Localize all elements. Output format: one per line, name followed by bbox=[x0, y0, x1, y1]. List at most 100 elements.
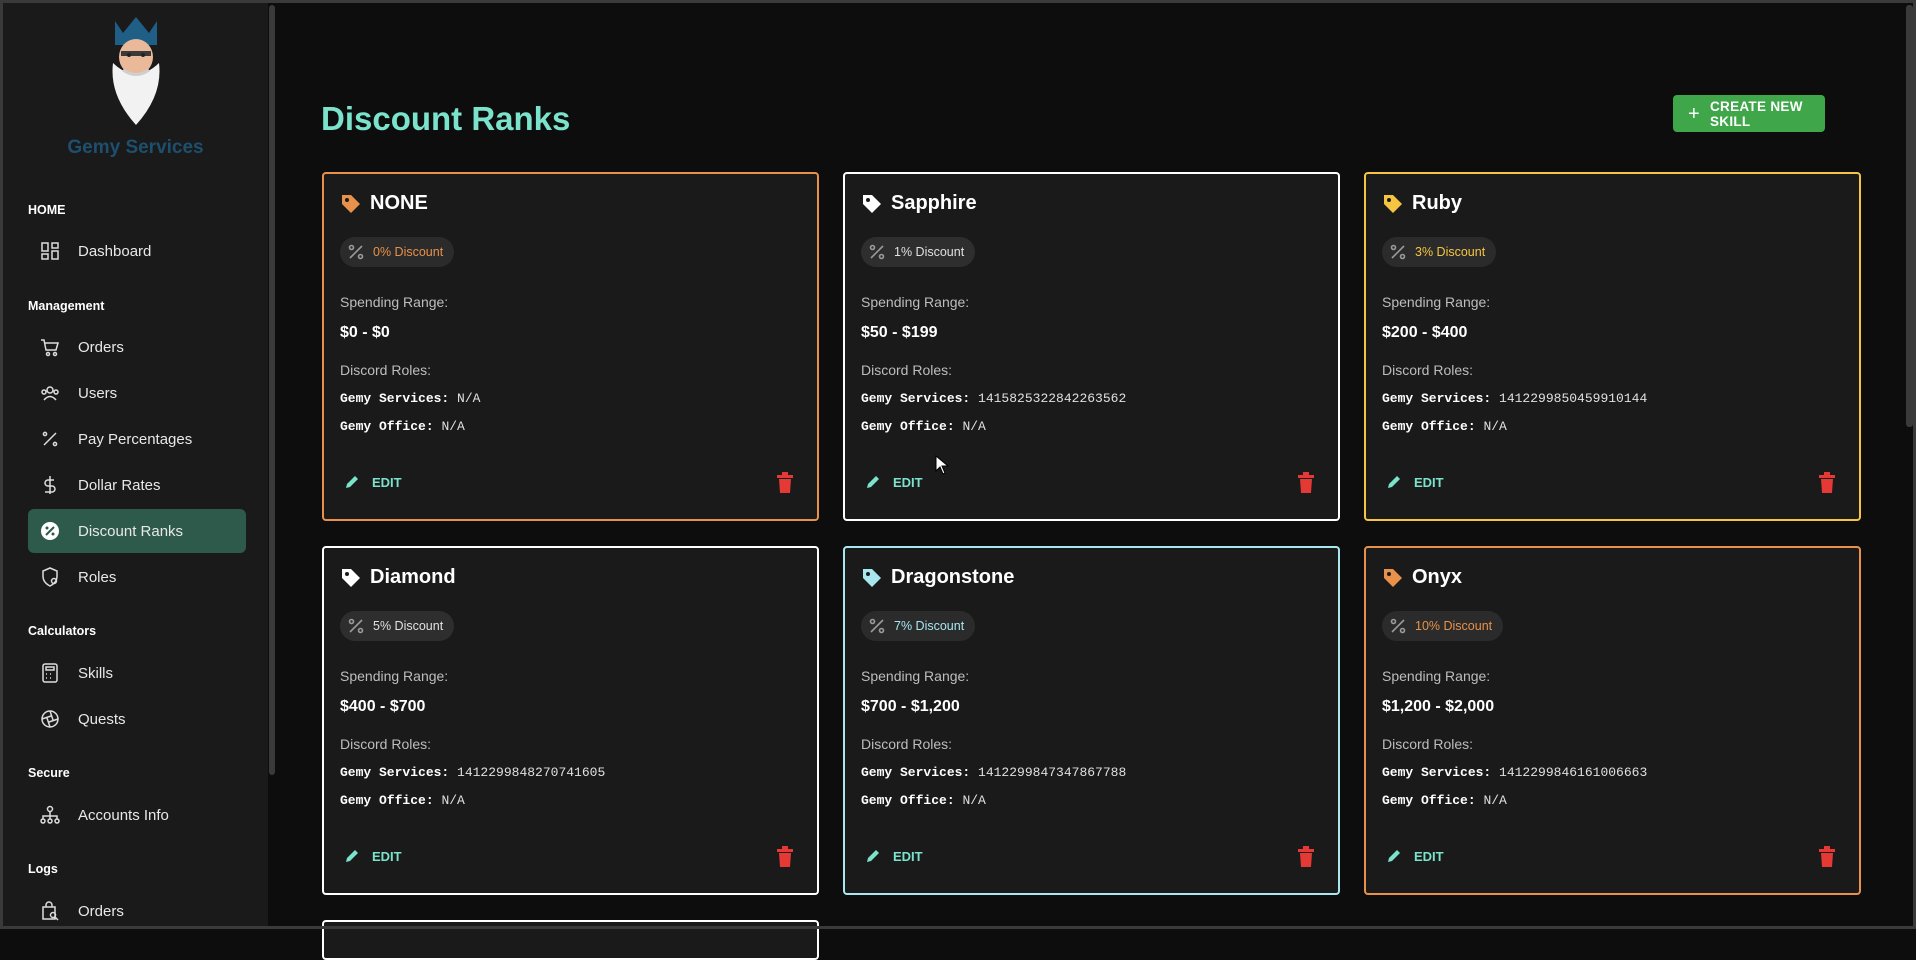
delete-icon[interactable] bbox=[1296, 472, 1316, 494]
gemy-office-label: Gemy Office: bbox=[1382, 793, 1476, 808]
rank-card: Diamond 5% Discount Spending Range: $400… bbox=[322, 546, 819, 895]
gemy-office-label: Gemy Office: bbox=[340, 793, 434, 808]
percent-icon bbox=[348, 618, 364, 634]
rank-name: Sapphire bbox=[891, 192, 977, 214]
rank-name: Onyx bbox=[1412, 566, 1463, 588]
spending-range-value: $400 - $700 bbox=[340, 698, 426, 715]
discord-roles-label: Discord Roles: bbox=[340, 736, 432, 752]
shield-settings-icon bbox=[42, 567, 58, 587]
nav-logs-orders[interactable]: Orders bbox=[28, 889, 246, 926]
sidebar-scrollbar[interactable] bbox=[269, 5, 275, 775]
nav-roles-label: Roles bbox=[78, 568, 117, 586]
rank-card: Ruby 3% Discount Spending Range: $200 - … bbox=[1364, 172, 1861, 521]
gemy-services-role: Gemy Services: 1412299848270741605 bbox=[340, 765, 605, 780]
rank-card-partial bbox=[322, 920, 819, 960]
pencil-icon bbox=[1388, 476, 1400, 488]
create-new-skill-button[interactable]: + CREATE NEW SKILL bbox=[1673, 95, 1825, 132]
edit-button[interactable]: EDIT bbox=[1386, 848, 1444, 864]
edit-label: EDIT bbox=[372, 848, 402, 864]
rank-card: Onyx 10% Discount Spending Range: $1,200… bbox=[1364, 546, 1861, 895]
discount-badge: 5% Discount bbox=[340, 611, 455, 641]
spending-range-value: $0 - $0 bbox=[340, 324, 390, 341]
percent-icon bbox=[348, 244, 364, 260]
gemy-office-role: Gemy Office: N/A bbox=[1382, 793, 1507, 808]
tag-icon bbox=[1384, 568, 1402, 587]
cart-icon bbox=[41, 339, 59, 357]
brand-name: Gemy Services bbox=[67, 137, 204, 158]
gemy-office-label: Gemy Office: bbox=[861, 793, 955, 808]
edit-button[interactable]: EDIT bbox=[865, 474, 923, 490]
discount-badge: 10% Discount bbox=[1382, 611, 1504, 641]
section-calculators: Calculators bbox=[28, 624, 97, 638]
gemy-office-role: Gemy Office: N/A bbox=[340, 793, 465, 808]
delete-icon[interactable] bbox=[1296, 846, 1316, 868]
rank-header: Ruby bbox=[1382, 192, 1462, 215]
gemy-services-role: Gemy Services: 1412299850459910144 bbox=[1382, 391, 1647, 406]
discord-roles-label: Discord Roles: bbox=[861, 362, 953, 378]
bag-search-icon bbox=[42, 901, 59, 921]
gemy-services-label: Gemy Services: bbox=[340, 765, 450, 780]
nav-skills[interactable]: Skills bbox=[28, 651, 246, 695]
section-logs: Logs bbox=[28, 862, 58, 876]
calculator-icon bbox=[42, 663, 58, 683]
gemy-office-value: N/A bbox=[441, 419, 465, 434]
nav-discount-ranks-label: Discount Ranks bbox=[78, 522, 184, 540]
gemy-office-role: Gemy Office: N/A bbox=[340, 419, 465, 434]
page-scrollbar[interactable] bbox=[1906, 5, 1913, 427]
discord-roles-label: Discord Roles: bbox=[340, 362, 432, 378]
delete-icon[interactable] bbox=[775, 846, 795, 868]
edit-button[interactable]: EDIT bbox=[344, 848, 402, 864]
delete-icon[interactable] bbox=[1817, 472, 1837, 494]
dashboard-icon bbox=[41, 242, 59, 260]
gemy-office-label: Gemy Office: bbox=[340, 419, 434, 434]
gemy-services-label: Gemy Services: bbox=[861, 765, 971, 780]
nav-dollar-rates[interactable]: Dollar Rates bbox=[28, 463, 246, 507]
nav-pay-percentages[interactable]: Pay Percentages bbox=[28, 417, 246, 461]
tag-icon bbox=[342, 194, 360, 213]
nav-orders[interactable]: Orders bbox=[28, 325, 246, 369]
gemy-services-value: 1415825322842263562 bbox=[978, 391, 1127, 406]
nav-discount-ranks[interactable]: Discount Ranks bbox=[28, 509, 246, 553]
gemy-services-label: Gemy Services: bbox=[861, 391, 971, 406]
rank-header: Diamond bbox=[340, 566, 456, 589]
rank-header: Onyx bbox=[1382, 566, 1462, 589]
nav-roles[interactable]: Roles bbox=[28, 555, 246, 599]
delete-icon[interactable] bbox=[775, 472, 795, 494]
gemy-office-role: Gemy Office: N/A bbox=[1382, 419, 1507, 434]
edit-button[interactable]: EDIT bbox=[1386, 474, 1444, 490]
rank-name: Ruby bbox=[1412, 192, 1462, 214]
gemy-services-role: Gemy Services: 1415825322842263562 bbox=[861, 391, 1126, 406]
dollar-icon bbox=[44, 476, 56, 494]
rank-card: Sapphire 1% Discount Spending Range: $50… bbox=[843, 172, 1340, 521]
percent-icon bbox=[42, 431, 58, 447]
delete-icon[interactable] bbox=[1817, 846, 1837, 868]
nav-skills-label: Skills bbox=[78, 664, 114, 682]
edit-button[interactable]: EDIT bbox=[865, 848, 923, 864]
discount-text: 5% Discount bbox=[373, 619, 444, 633]
rank-card: Dragonstone 7% Discount Spending Range: … bbox=[843, 546, 1340, 895]
discount-text: 3% Discount bbox=[1415, 245, 1486, 259]
nav-accounts-info[interactable]: Accounts Info bbox=[28, 793, 246, 837]
edit-label: EDIT bbox=[1414, 474, 1444, 490]
percent-icon bbox=[869, 618, 885, 634]
edit-label: EDIT bbox=[372, 474, 402, 490]
nav-users[interactable]: Users bbox=[28, 371, 246, 415]
discount-text: 10% Discount bbox=[1415, 619, 1493, 633]
spending-range-label: Spending Range: bbox=[1382, 294, 1491, 310]
gemy-services-label: Gemy Services: bbox=[1382, 391, 1492, 406]
edit-button[interactable]: EDIT bbox=[344, 474, 402, 490]
rank-name: Diamond bbox=[370, 566, 456, 588]
gemy-services-value: 1412299846161006663 bbox=[1499, 765, 1648, 780]
discord-roles-label: Discord Roles: bbox=[861, 736, 953, 752]
discount-text: 1% Discount bbox=[894, 245, 965, 259]
percent-icon bbox=[1390, 618, 1406, 634]
spending-range-label: Spending Range: bbox=[340, 668, 449, 684]
gemy-office-value: N/A bbox=[962, 419, 986, 434]
edit-label: EDIT bbox=[893, 848, 923, 864]
spending-range-value: $1,200 - $2,000 bbox=[1382, 698, 1495, 715]
nav-dollar-rates-label: Dollar Rates bbox=[78, 476, 161, 494]
aperture-icon bbox=[41, 710, 59, 728]
gemy-office-label: Gemy Office: bbox=[1382, 419, 1476, 434]
nav-dashboard[interactable]: Dashboard bbox=[28, 229, 246, 273]
nav-quests[interactable]: Quests bbox=[28, 697, 246, 741]
